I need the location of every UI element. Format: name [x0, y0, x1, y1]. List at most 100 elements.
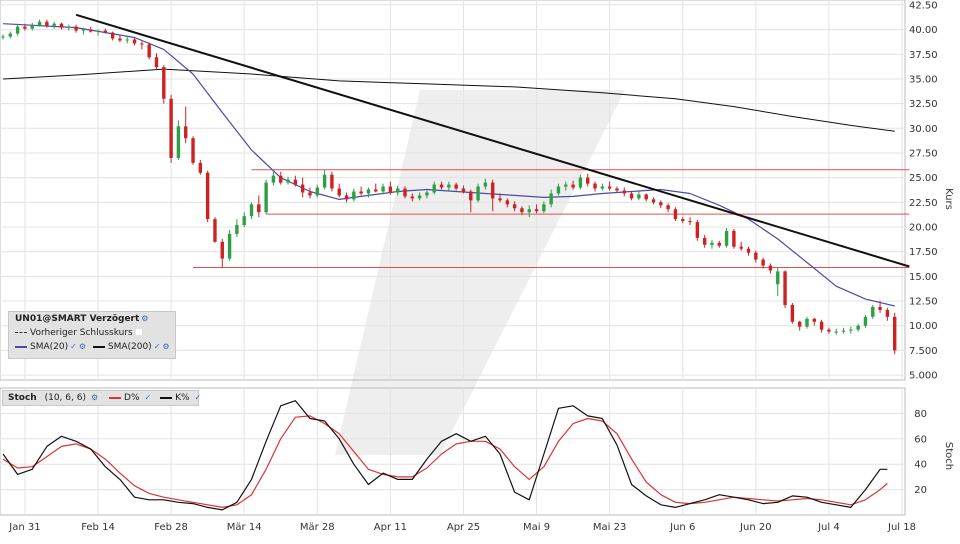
candle-body [622, 190, 626, 194]
legend-symbol: UN01@SMART Verzögert [15, 314, 140, 324]
legend-sma20: SMA(20) [30, 342, 69, 352]
stoch-legend: Stoch (10, 6, 6) ⚙ D% ✓ K% ✓ [2, 390, 202, 406]
candle-body [666, 205, 670, 210]
candle-body [878, 306, 882, 310]
settings-icon[interactable]: ⚙ [141, 312, 148, 326]
candle-body [154, 57, 159, 68]
candle-body [498, 198, 502, 201]
red-line-icon [109, 396, 122, 399]
candle-body [395, 188, 400, 193]
price-y-tick-label: 15.00 [909, 272, 938, 283]
candle-body [147, 44, 151, 58]
candle-body [74, 26, 78, 31]
candle-body [819, 321, 824, 330]
price-y-tick-label: 7.500 [909, 346, 938, 357]
candle-body [96, 30, 100, 32]
candle-body [352, 191, 356, 200]
blue-line-icon [15, 345, 27, 348]
candle-body [315, 187, 319, 196]
candle-body [366, 189, 371, 194]
legend-prev-close: Vorheriger Schlusskurs [30, 328, 133, 338]
candle-body [15, 26, 20, 34]
candle-body [505, 200, 510, 205]
stoch-params: (10, 6, 6) [44, 393, 86, 403]
candle-body [37, 21, 42, 26]
candle-body [425, 192, 429, 196]
candle-body [527, 209, 531, 213]
candle-body [542, 204, 546, 212]
dashed-line-icon [15, 332, 27, 333]
legend-sma200: SMA(200) [107, 342, 152, 352]
candle-body [659, 202, 663, 206]
price-y-tick-label: 27.50 [909, 148, 938, 159]
x-tick-label: Apr 11 [374, 522, 407, 533]
candle-body [578, 177, 583, 188]
candle-body [732, 230, 736, 247]
candle-body [754, 252, 758, 260]
candle-body [45, 21, 49, 26]
y-axis: 42.50 40.00 37.50 35.00 32.50 30.00 27.50 25.00… [909, 0, 938, 496]
check-icon[interactable]: ✓ [70, 340, 77, 354]
settings-icon[interactable]: ⚙ [79, 340, 86, 354]
watermark-logo [335, 90, 625, 455]
candle-body [447, 184, 451, 188]
price-y-tick-label: 17.50 [909, 247, 938, 258]
check-icon[interactable]: ✓ [154, 340, 161, 354]
stoch-y-tick-label: 40 [914, 460, 927, 471]
check-icon[interactable]: ✓ [145, 391, 152, 405]
candle-body [1, 36, 5, 38]
candle-body [746, 248, 751, 253]
candle-body [118, 38, 122, 41]
candle-body [81, 29, 86, 31]
stock-chart-svg: Jan 31 Feb 14 Feb 28 Mär 14 Mär 28 Apr 11 Apr … [0, 0, 954, 533]
candle-body [797, 321, 802, 327]
settings-icon[interactable]: ⚙ [91, 391, 98, 405]
settings-icon[interactable]: ⚙ [162, 340, 169, 354]
candle-body [125, 39, 129, 41]
candle-body [710, 242, 714, 245]
candle-body [381, 186, 385, 192]
stoch-d-label: D% [124, 393, 140, 403]
candle-body [549, 193, 553, 205]
candle-body [30, 25, 34, 29]
price-y-tick-label: 10.00 [909, 321, 938, 332]
y-axis-title-stoch: Stoch [943, 442, 954, 470]
candle-body [593, 183, 597, 189]
candle-body [629, 193, 634, 199]
candle-body [242, 216, 246, 226]
stoch-y-tick-label: 80 [914, 409, 927, 420]
candle-body [600, 186, 605, 189]
check-icon[interactable]: ✓ [195, 391, 202, 405]
candle-body [205, 172, 210, 220]
candle-body [257, 204, 261, 213]
x-axis: Jan 31 Feb 14 Feb 28 Mär 14 Mär 28 Apr 11 Apr … [8, 522, 916, 533]
candle-body [834, 331, 838, 333]
candle-body [768, 265, 773, 271]
candle-body [673, 209, 678, 220]
candle-body [564, 184, 568, 187]
candle-body [388, 186, 393, 193]
candle-body [300, 184, 305, 193]
candle-body [89, 29, 93, 32]
x-tick-label: Mai 23 [593, 522, 626, 533]
candle-body [607, 186, 612, 189]
candle-body [892, 316, 897, 351]
price-y-tick-label: 25.00 [909, 173, 938, 184]
candle-body [695, 222, 700, 238]
black-line-icon [160, 396, 173, 399]
x-tick-label: Feb 14 [81, 522, 115, 533]
candle-body [469, 191, 473, 201]
candle-body [856, 325, 860, 330]
price-y-tick-label: 5.000 [909, 371, 938, 382]
candle-body [330, 174, 334, 189]
candle-body [176, 126, 181, 158]
candle-body [717, 242, 721, 246]
x-tick-label: Jul 4 [817, 522, 840, 533]
x-tick-label: Jan 31 [8, 522, 40, 533]
candle-body [235, 225, 239, 234]
stoch-y-tick-label: 20 [914, 485, 927, 496]
candle-body [191, 138, 195, 163]
candle-body [571, 184, 575, 188]
checkbox-icon[interactable] [135, 329, 142, 335]
candle-body [271, 175, 276, 183]
